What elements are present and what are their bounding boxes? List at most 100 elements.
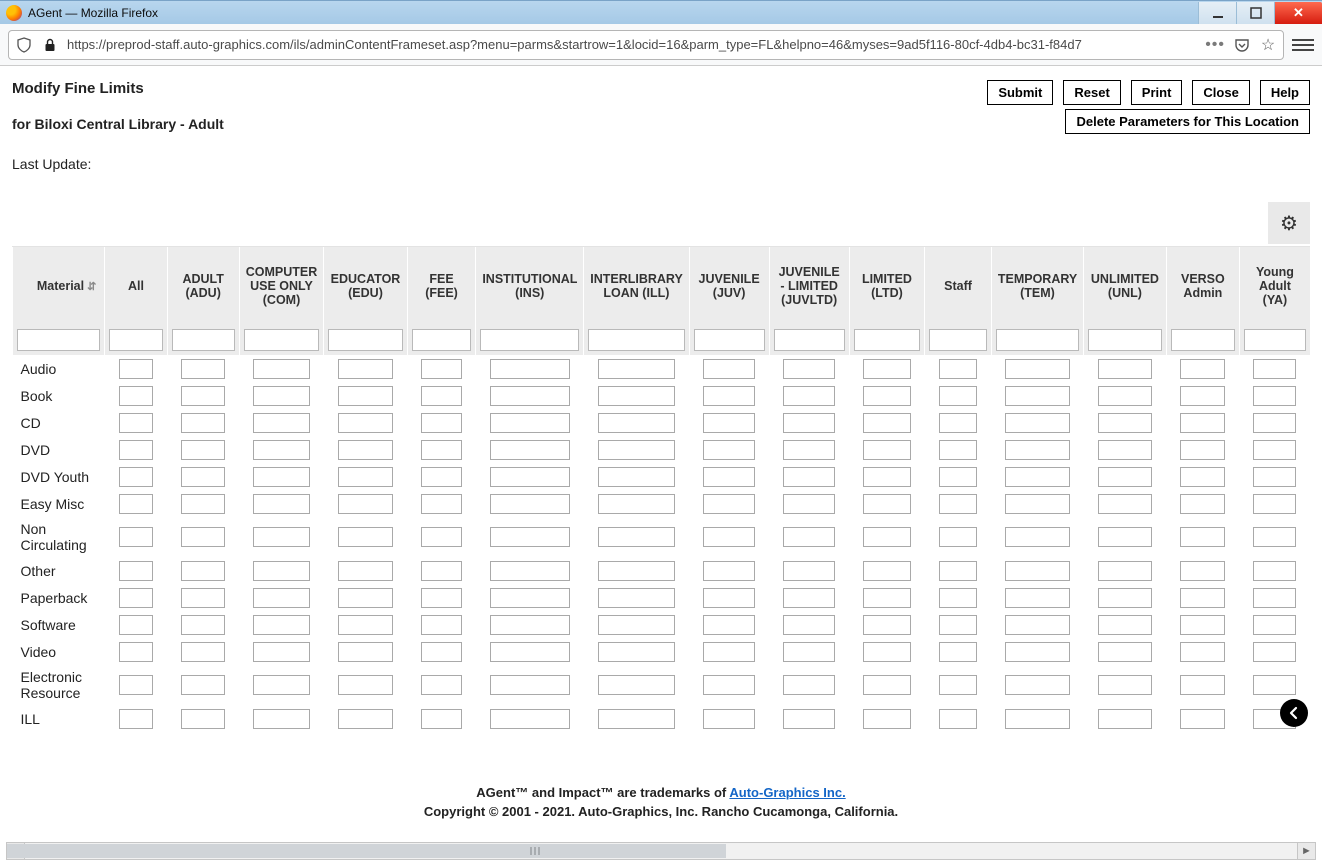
- cell-input[interactable]: [939, 467, 978, 487]
- cell-input[interactable]: [783, 467, 835, 487]
- cell-input[interactable]: [783, 709, 835, 729]
- cell-input[interactable]: [783, 413, 835, 433]
- cell-input[interactable]: [1253, 440, 1296, 460]
- cell-input[interactable]: [119, 494, 153, 514]
- filter-input-educator[interactable]: [328, 329, 402, 351]
- cell-input[interactable]: [490, 527, 570, 547]
- pocket-icon[interactable]: [1233, 36, 1251, 54]
- scroll-left-fab[interactable]: [1280, 699, 1308, 727]
- cell-input[interactable]: [421, 413, 462, 433]
- cell-input[interactable]: [490, 588, 570, 608]
- submit-button[interactable]: Submit: [987, 80, 1053, 105]
- cell-input[interactable]: [181, 494, 225, 514]
- reset-button[interactable]: Reset: [1063, 80, 1120, 105]
- scrollbar-right-arrow[interactable]: ►: [1297, 843, 1315, 859]
- cell-input[interactable]: [1180, 440, 1225, 460]
- filter-input-temporary[interactable]: [996, 329, 1079, 351]
- cell-input[interactable]: [863, 494, 911, 514]
- column-header-interlibrary[interactable]: INTERLIBRARY LOAN (ILL): [584, 247, 689, 325]
- cell-input[interactable]: [1180, 494, 1225, 514]
- cell-input[interactable]: [598, 494, 675, 514]
- cell-input[interactable]: [939, 494, 978, 514]
- cell-input[interactable]: [1180, 527, 1225, 547]
- cell-input[interactable]: [598, 561, 675, 581]
- cell-input[interactable]: [598, 527, 675, 547]
- cell-input[interactable]: [783, 561, 835, 581]
- cell-input[interactable]: [598, 359, 675, 379]
- cell-input[interactable]: [783, 675, 835, 695]
- cell-input[interactable]: [783, 615, 835, 635]
- cell-input[interactable]: [863, 413, 911, 433]
- cell-input[interactable]: [253, 588, 310, 608]
- footer-link[interactable]: Auto-Graphics Inc.: [729, 785, 845, 800]
- cell-input[interactable]: [939, 615, 978, 635]
- column-header-juvltd[interactable]: JUVENILE - LIMITED (JUVLTD): [769, 247, 849, 325]
- cell-input[interactable]: [490, 675, 570, 695]
- column-header-staff[interactable]: Staff: [925, 247, 992, 325]
- cell-input[interactable]: [421, 440, 462, 460]
- filter-input-all[interactable]: [109, 329, 162, 351]
- cell-input[interactable]: [338, 561, 393, 581]
- cell-input[interactable]: [338, 359, 393, 379]
- cell-input[interactable]: [1253, 359, 1296, 379]
- cell-input[interactable]: [253, 413, 310, 433]
- cell-input[interactable]: [338, 527, 393, 547]
- cell-input[interactable]: [119, 359, 153, 379]
- url-input[interactable]: [67, 37, 1197, 52]
- cell-input[interactable]: [863, 440, 911, 460]
- cell-input[interactable]: [1098, 494, 1153, 514]
- cell-input[interactable]: [863, 561, 911, 581]
- cell-input[interactable]: [598, 615, 675, 635]
- close-button[interactable]: Close: [1192, 80, 1249, 105]
- scrollbar-thumb[interactable]: [7, 844, 726, 858]
- minimize-button[interactable]: [1198, 2, 1236, 24]
- cell-input[interactable]: [703, 642, 755, 662]
- cell-input[interactable]: [1005, 359, 1069, 379]
- cell-input[interactable]: [119, 440, 153, 460]
- cell-input[interactable]: [598, 588, 675, 608]
- cell-input[interactable]: [1180, 561, 1225, 581]
- cell-input[interactable]: [703, 527, 755, 547]
- filter-input-limited[interactable]: [854, 329, 921, 351]
- column-header-adult[interactable]: ADULT (ADU): [167, 247, 239, 325]
- cell-input[interactable]: [703, 615, 755, 635]
- cell-input[interactable]: [338, 440, 393, 460]
- column-header-computer[interactable]: COMPUTER USE ONLY (COM): [239, 247, 324, 325]
- cell-input[interactable]: [490, 440, 570, 460]
- column-header-educator[interactable]: EDUCATOR (EDU): [324, 247, 407, 325]
- cell-input[interactable]: [1253, 494, 1296, 514]
- cell-input[interactable]: [783, 527, 835, 547]
- window-close-button[interactable]: ✕: [1274, 2, 1322, 24]
- cell-input[interactable]: [181, 386, 225, 406]
- cell-input[interactable]: [1005, 588, 1069, 608]
- cell-input[interactable]: [1180, 413, 1225, 433]
- cell-input[interactable]: [1098, 615, 1153, 635]
- cell-input[interactable]: [1005, 642, 1069, 662]
- filter-input-computer[interactable]: [244, 329, 320, 351]
- filter-input-staff[interactable]: [929, 329, 987, 351]
- filter-input-material[interactable]: [17, 329, 100, 351]
- cell-input[interactable]: [119, 588, 153, 608]
- filter-input-institutional[interactable]: [480, 329, 579, 351]
- cell-input[interactable]: [338, 588, 393, 608]
- cell-input[interactable]: [863, 709, 911, 729]
- cell-input[interactable]: [1005, 675, 1069, 695]
- cell-input[interactable]: [253, 561, 310, 581]
- cell-input[interactable]: [863, 467, 911, 487]
- cell-input[interactable]: [338, 413, 393, 433]
- cell-input[interactable]: [1098, 527, 1153, 547]
- cell-input[interactable]: [598, 675, 675, 695]
- cell-input[interactable]: [119, 386, 153, 406]
- cell-input[interactable]: [598, 440, 675, 460]
- cell-input[interactable]: [253, 709, 310, 729]
- cell-input[interactable]: [421, 494, 462, 514]
- cell-input[interactable]: [783, 642, 835, 662]
- cell-input[interactable]: [1253, 561, 1296, 581]
- print-button[interactable]: Print: [1131, 80, 1183, 105]
- cell-input[interactable]: [703, 709, 755, 729]
- bookmark-star-icon[interactable]: ☆: [1259, 36, 1277, 54]
- cell-input[interactable]: [1180, 642, 1225, 662]
- cell-input[interactable]: [703, 494, 755, 514]
- column-header-unlimited[interactable]: UNLIMITED (UNL): [1084, 247, 1167, 325]
- sort-icon[interactable]: ⇵: [87, 281, 96, 293]
